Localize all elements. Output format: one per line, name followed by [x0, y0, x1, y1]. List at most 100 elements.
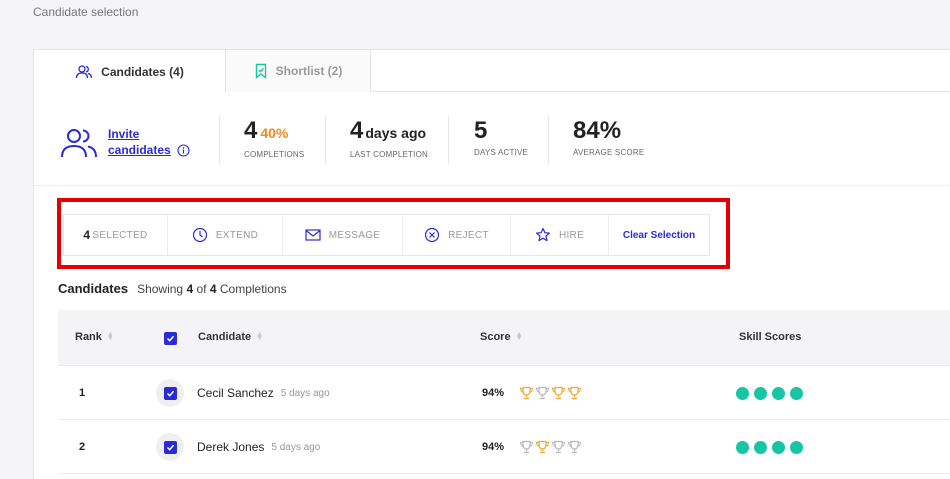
invite-link[interactable]: Invite candidates	[108, 126, 190, 158]
tab-label: Shortlist (2)	[275, 64, 343, 78]
stats-bar: Invite candidates 4 40% COMPLETIONS 4 days…	[34, 92, 950, 186]
skill-dot[interactable]	[754, 440, 767, 454]
candidates-title: Candidates	[58, 281, 129, 296]
score-value: 94%	[482, 387, 505, 399]
stat-days-active: 5 DAYS ACTIVE	[474, 116, 528, 157]
column-skill-scores: Skill Scores	[739, 331, 801, 343]
sort-icon[interactable]: ▲ ▼	[256, 331, 263, 342]
stat-value: 4	[244, 117, 258, 144]
stat-divider	[219, 116, 220, 164]
clear-selection-button[interactable]: Clear Selection	[609, 215, 709, 255]
stat-label: COMPLETIONS	[244, 150, 305, 159]
reject-label: REJECT	[448, 229, 489, 241]
stat-divider	[448, 116, 449, 164]
stat-completions: 4 40% COMPLETIONS	[244, 116, 304, 159]
skill-dot[interactable]	[772, 386, 785, 400]
column-score[interactable]: Score ▲ ▼	[480, 331, 523, 343]
tab-label: Candidates (4)	[101, 64, 184, 79]
column-rank[interactable]: Rank ▲ ▼	[75, 331, 114, 343]
stat-value: 4	[350, 117, 364, 144]
skill-dot[interactable]	[754, 386, 767, 400]
extend-button[interactable]: EXTEND	[168, 215, 283, 255]
stat-label: DAYS ACTIVE	[474, 148, 529, 157]
trophy-icon	[567, 386, 582, 400]
skill-dots	[736, 440, 803, 454]
candidate-cell: Cecil Sanchez 5 days ago	[197, 366, 330, 420]
completion-time: 5 days ago	[280, 387, 330, 399]
candidate-name[interactable]: Cecil Sanchez	[197, 386, 274, 400]
trophy-group	[519, 440, 582, 454]
completion-percent: 40%	[260, 125, 289, 141]
score-cell: 94%	[482, 420, 582, 474]
check-icon	[166, 335, 175, 342]
showing-prefix: Showing	[137, 282, 184, 296]
hire-button[interactable]: HIRE	[511, 215, 609, 255]
clock-icon	[192, 227, 207, 243]
invite-candidates[interactable]: Invite candidates	[60, 126, 190, 158]
envelope-icon	[305, 229, 321, 241]
skill-dot[interactable]	[772, 440, 785, 454]
trophy-icon	[535, 440, 550, 454]
select-all-checkbox[interactable]	[164, 332, 177, 345]
info-icon[interactable]	[177, 143, 190, 157]
selected-label: SELECTED	[92, 229, 148, 241]
stat-suffix: days ago	[365, 125, 427, 141]
candidates-header: Candidates Showing 4 of 4 Completions	[58, 281, 287, 296]
check-icon	[166, 390, 174, 397]
checkbox-wrapper[interactable]	[156, 379, 184, 407]
stat-divider	[548, 116, 549, 164]
trophy-group	[519, 386, 582, 400]
stat-label: LAST COMPLETION	[350, 150, 428, 159]
row-checkbox[interactable]	[156, 420, 184, 474]
message-label: MESSAGE	[328, 229, 381, 241]
candidate-name[interactable]: Derek Jones	[197, 440, 264, 454]
skill-dot[interactable]	[790, 386, 803, 400]
sort-icon[interactable]: ▲ ▼	[107, 331, 114, 342]
sort-icon[interactable]: ▲ ▼	[516, 331, 523, 342]
row-checkbox[interactable]	[156, 366, 184, 420]
stat-value: 84%	[573, 117, 622, 144]
tab-bar: Candidates (4) Shortlist (2)	[34, 50, 950, 93]
checkbox-checked[interactable]	[163, 386, 177, 400]
column-label: Score	[480, 331, 511, 343]
trophy-icon	[535, 386, 550, 400]
bookmark-icon	[255, 63, 266, 79]
table-header: Rank ▲ ▼ Candidate ▲ ▼ Score ▲ ▼ Skill Scor…	[58, 310, 950, 366]
users-icon	[61, 129, 97, 158]
stat-average-score: 84% AVERAGE SCORE	[573, 116, 644, 157]
reject-button[interactable]: REJECT	[403, 215, 511, 255]
message-button[interactable]: MESSAGE	[283, 215, 403, 255]
table-row[interactable]: 1 Cecil Sanchez 5 days ago 94%	[58, 366, 950, 420]
tab-candidates[interactable]: Candidates (4)	[34, 50, 226, 93]
checkbox-wrapper[interactable]	[156, 433, 184, 461]
column-candidate[interactable]: Candidate ▲ ▼	[198, 331, 263, 343]
stat-last-completion: 4 days ago LAST COMPLETION	[350, 116, 428, 159]
score-value: 94%	[482, 441, 505, 453]
shown-count: 4	[186, 282, 194, 296]
skill-dots	[736, 386, 803, 400]
selected-count: 4 SELECTED	[64, 215, 168, 255]
checkbox-checked[interactable]	[163, 440, 177, 454]
stat-label: AVERAGE SCORE	[573, 148, 645, 157]
showing-suffix: Completions	[219, 282, 287, 296]
skill-dots-cell	[736, 420, 803, 474]
checkbox-checked[interactable]	[164, 332, 177, 345]
column-label: Rank	[75, 331, 102, 343]
stat-value: 5	[474, 117, 488, 144]
skill-dot[interactable]	[790, 440, 803, 454]
stat-divider	[325, 116, 326, 164]
column-label: Skill Scores	[739, 331, 802, 343]
trophy-icon	[551, 386, 566, 400]
check-icon	[166, 444, 174, 451]
showing-count: Showing 4 of 4 Completions	[137, 282, 287, 296]
candidate-cell: Derek Jones 5 days ago	[197, 420, 320, 474]
tab-shortlist[interactable]: Shortlist (2)	[226, 50, 371, 92]
table-row[interactable]: 2 Derek Jones 5 days ago 94%	[58, 420, 950, 474]
extend-label: EXTEND	[215, 229, 259, 241]
invite-line2: candidates	[108, 143, 171, 157]
skill-dot[interactable]	[736, 440, 749, 454]
skill-dot[interactable]	[736, 386, 749, 400]
invite-line1: Invite	[108, 127, 140, 141]
score-cell: 94%	[482, 366, 582, 420]
trophy-icon	[567, 440, 582, 454]
